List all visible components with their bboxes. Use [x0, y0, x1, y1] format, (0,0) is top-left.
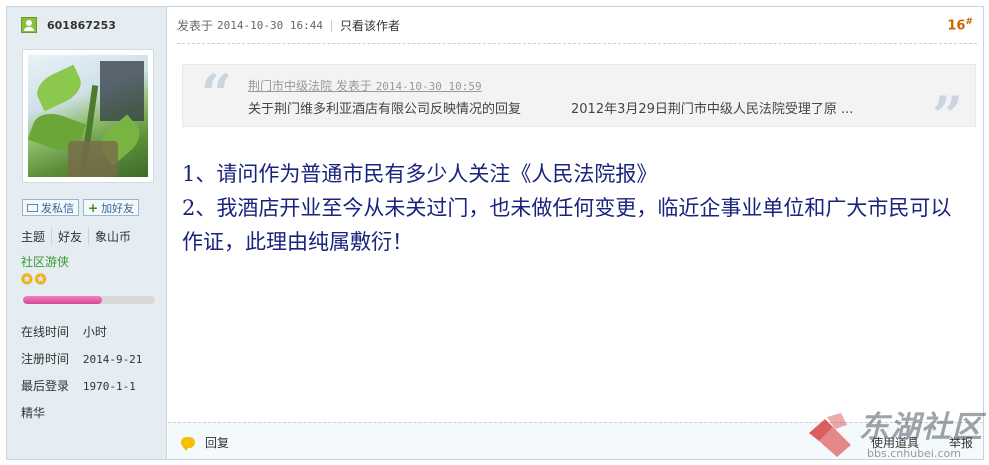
quote-block: “ 荆门市中级法院 发表于 2014-10-30 10:59 关于荆门维多利亚酒…: [182, 62, 976, 143]
star-icon: ✪: [21, 272, 33, 288]
stat-coins[interactable]: 象山币: [88, 228, 137, 245]
user-sidebar: 601867253 发私信 + 加好友 主题 好友 象山币 社区游侠 ✪ ✪ 在…: [7, 7, 167, 459]
online-time-label: 在线时间: [21, 325, 70, 339]
add-friend-button[interactable]: + 加好友: [83, 199, 140, 216]
add-friend-label: 加好友: [101, 201, 135, 215]
watermark-logo-icon: [809, 413, 851, 457]
floor-number[interactable]: 16#: [947, 17, 973, 33]
reply-label: 回复: [205, 436, 230, 450]
stat-threads[interactable]: 主题: [21, 228, 51, 245]
essence-row: 精华: [21, 404, 79, 421]
avatar-pot-shape: [68, 141, 118, 177]
last-login-label: 最后登录: [21, 379, 70, 393]
post-body: 1、请问作为普通市民有多少人关注《人民法院报》 2、我酒店开业至今从未关过门，也…: [182, 157, 972, 259]
floor-mark: #: [965, 17, 973, 27]
quote-posted-label: 发表于: [335, 79, 372, 93]
avatar[interactable]: [22, 49, 154, 183]
site-watermark: 东湖社区 bbs.cnhubei.com: [807, 411, 987, 463]
level-progress-bar: [23, 296, 155, 304]
reply-bubble-icon: [181, 437, 195, 451]
quote-header[interactable]: 荆门市中级法院 发表于 2014-10-30 10:59: [248, 77, 482, 94]
quote-posted-date: 2014-10-30 10:59: [375, 80, 482, 93]
post-line-2: 2、我酒店开业至今从未关过门，也未做任何变更，临近企事业单位和广大市民可以作证，…: [182, 196, 952, 254]
post-meta: 发表于 2014-10-30 16:44 只看该作者: [177, 17, 400, 34]
meta-divider: [330, 19, 332, 32]
only-author-link[interactable]: 只看该作者: [340, 17, 400, 34]
post-line-1: 1、请问作为普通市民有多少人关注《人民法院报》: [182, 162, 658, 186]
send-message-label: 发私信: [41, 201, 74, 215]
username[interactable]: 601867253: [47, 19, 116, 32]
online-time-row: 在线时间 小时: [21, 323, 107, 340]
star-icon: ✪: [34, 272, 47, 288]
watermark-url: bbs.cnhubei.com: [867, 447, 961, 460]
post-main: 发表于 2014-10-30 16:44 只看该作者 16# “ 荆门市中级法院…: [168, 7, 983, 459]
post-frame: 601867253 发私信 + 加好友 主题 好友 象山币 社区游侠 ✪ ✪ 在…: [6, 6, 984, 460]
plus-icon: +: [88, 200, 99, 215]
avatar-monitor-shape: [100, 61, 144, 121]
user-level-stars: ✪ ✪: [21, 273, 46, 287]
user-actions: 发私信 + 加好友: [22, 199, 140, 216]
register-time-label: 注册时间: [21, 352, 70, 366]
essence-label[interactable]: 精华: [21, 404, 79, 421]
watermark-brand: 东湖社区: [859, 410, 983, 445]
level-progress-fill: [23, 296, 103, 304]
user-icon: [21, 17, 37, 33]
posted-date: 2014-10-30 16:44: [217, 19, 323, 32]
avatar-image: [28, 55, 148, 177]
user-group[interactable]: 社区游侠: [21, 253, 69, 270]
username-row: 601867253: [21, 17, 116, 33]
close-quote-icon: ”: [931, 84, 963, 148]
send-message-button[interactable]: 发私信: [22, 199, 79, 216]
online-time-value: 小时: [82, 325, 107, 339]
quote-author: 荆门市中级法院: [248, 79, 333, 93]
register-time-value: 2014-9-21: [82, 353, 143, 366]
stat-friends[interactable]: 好友: [51, 228, 88, 245]
meta-divider-line: [177, 43, 977, 44]
posted-label: 发表于: [177, 19, 214, 33]
open-quote-icon: “: [201, 62, 233, 126]
quote-excerpt: 2012年3月29日荆门市中级人民法院受理了原 ...: [571, 102, 854, 117]
envelope-icon: [27, 203, 38, 212]
user-stats: 主题 好友 象山币: [21, 228, 137, 245]
reply-button[interactable]: 回复: [181, 434, 229, 451]
quote-text: 关于荆门维多利亚酒店有限公司反映情况的回复 2012年3月29日荆门市中级人民法院…: [248, 98, 853, 117]
last-login-row: 最后登录 1970-1-1: [21, 377, 136, 394]
avatar-leaf-shape: [31, 64, 87, 112]
register-time-row: 注册时间 2014-9-21: [21, 350, 142, 367]
floor-number-value: 16: [947, 18, 966, 34]
quote-title: 关于荆门维多利亚酒店有限公司反映情况的回复: [248, 102, 522, 117]
last-login-value: 1970-1-1: [82, 380, 136, 393]
